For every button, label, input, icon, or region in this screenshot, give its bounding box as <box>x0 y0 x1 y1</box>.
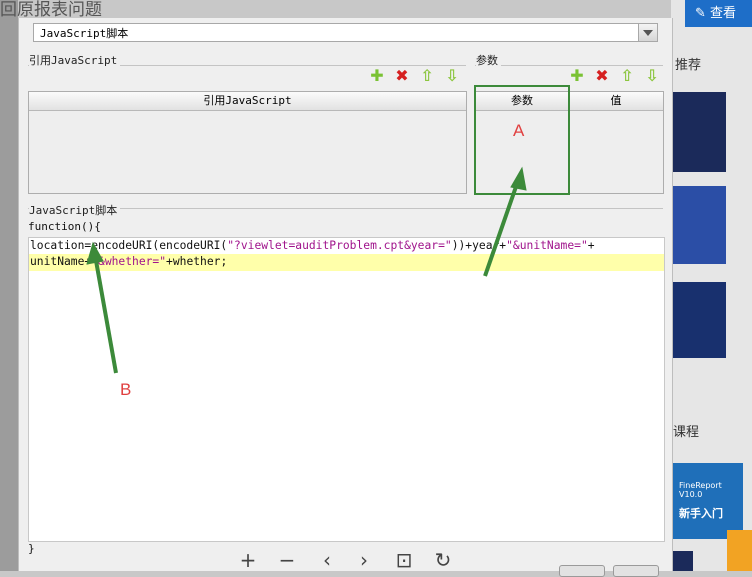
view-button[interactable]: ✎ 查看 <box>685 0 752 27</box>
course-card-sub: FineReport V10.0 <box>679 481 722 499</box>
course-card-title: 新手入门 <box>679 507 723 520</box>
annotation-arrows <box>86 166 527 374</box>
recommend-heading: 推荐 <box>675 58 702 73</box>
course-card[interactable]: FineReport V10.0 新手入门 <box>671 463 743 539</box>
course-heading: 课程 <box>673 425 700 440</box>
edit-icon: ✎ <box>695 6 711 21</box>
recommend-image-4[interactable] <box>671 551 693 571</box>
view-button-label: 查看 <box>710 6 737 21</box>
arrow-b-head <box>86 241 104 265</box>
javascript-dialog: JavaScript脚本 引用JavaScript ✚ ✖ ⇧ ⇩ 引用Java… <box>18 18 673 577</box>
arrow-a-head <box>510 166 527 191</box>
arrow-b <box>93 254 118 374</box>
arrow-a <box>483 177 521 277</box>
recommend-image-1[interactable] <box>671 92 726 172</box>
recommend-image-2[interactable] <box>671 186 726 264</box>
background-left-panel <box>0 0 18 571</box>
background-page-title: 回原报表问题 <box>0 0 102 20</box>
recommend-image-3[interactable] <box>671 282 726 358</box>
recommend-image-5[interactable] <box>727 530 752 571</box>
